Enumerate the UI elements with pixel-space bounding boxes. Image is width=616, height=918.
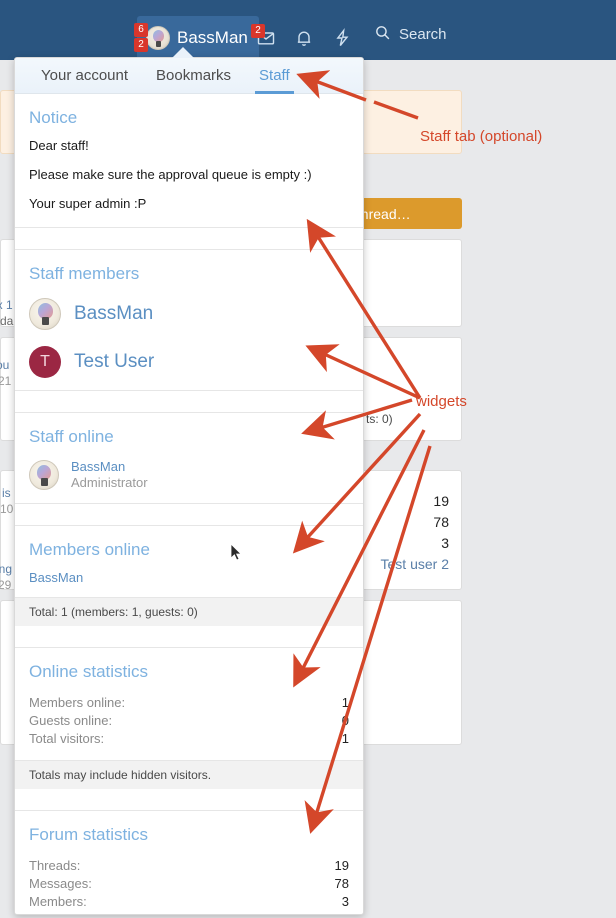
forum-statistics-section: Forum statistics Threads: 19 Messages: 7… (15, 811, 363, 914)
search-label: Search (399, 26, 447, 43)
left-fragment-3: 21 (0, 374, 12, 388)
notice-section: Notice Dear staff! Please make sure the … (15, 94, 363, 228)
lightning-icon[interactable] (323, 16, 361, 60)
stat-value: 19 (334, 858, 349, 873)
online-statistics-rows: Members online: 1 Guests online: 0 Total… (15, 692, 363, 760)
members-online-title: Members online (29, 540, 150, 559)
notice-title: Notice (29, 108, 78, 127)
alerts-badge: 6 (134, 23, 148, 37)
stat-value: 0 (341, 713, 349, 728)
members-online-section: Members online BassMan Total: 1 (members… (15, 526, 363, 626)
stat-row: Members: 3 (29, 893, 349, 911)
online-statistics-spacer (15, 789, 363, 811)
stat-label: Guests online: (29, 713, 113, 728)
stat-label: Latest member: (29, 911, 119, 914)
page-stat-members: 3 (441, 535, 449, 551)
mouse-cursor (231, 544, 242, 561)
page-stat-messages: 78 (433, 514, 449, 530)
menu-tab-bar: Your account Bookmarks Staff (15, 58, 363, 94)
stat-row: Messages: 78 (29, 875, 349, 893)
mail-icon[interactable] (247, 16, 285, 60)
tab-your-account-label: Your account (41, 67, 129, 84)
staff-member-name: BassMan (74, 303, 154, 324)
stat-value: 78 (334, 876, 349, 891)
stat-label: Members online: (29, 695, 126, 710)
stat-row: Total visitors: 1 (29, 730, 349, 748)
annotation-widgets-label: widgets (416, 393, 467, 410)
staff-member-name: Test User (74, 351, 155, 372)
screen: Post thread… 19 78 3 Test user 2 t ix 1 … (0, 0, 616, 918)
left-fragment-7: 29 (0, 578, 12, 592)
staff-online-role: Administrator (71, 475, 148, 490)
staff-online-name: BassMan (71, 459, 126, 474)
left-fragment-2: ou (0, 358, 10, 372)
tab-your-account[interactable]: Your account (27, 67, 142, 93)
conversations-badge: 2 (134, 38, 148, 52)
stat-row: Guests online: 0 (29, 712, 349, 730)
staff-members-title: Staff members (29, 264, 140, 283)
search-button[interactable]: Search (374, 24, 447, 45)
avatar (29, 460, 59, 490)
staff-online-text: BassMan Administrator (71, 459, 148, 491)
stat-row: Members online: 1 (29, 694, 349, 712)
stat-value: 3 (341, 894, 349, 909)
left-fragment-5: 10 (0, 502, 14, 516)
left-fragment-0: ix 1 (0, 298, 13, 312)
notice-line-1: Please make sure the approval queue is e… (29, 167, 312, 182)
stat-value: 1 (341, 695, 349, 710)
online-statistics-section: Online statistics Members online: 1 Gues… (15, 648, 363, 789)
account-tab-label: BassMan (177, 28, 248, 47)
members-online-spacer (15, 626, 363, 648)
annotation-staff-tab-label: Staff tab (optional) (420, 128, 543, 145)
menu-caret-icon (172, 47, 194, 58)
online-statistics-footer: Totals may include hidden visitors. (15, 760, 363, 789)
stat-label: Members: (29, 894, 87, 909)
stat-label: Messages: (29, 876, 92, 891)
tab-bookmarks-label: Bookmarks (156, 67, 232, 84)
stat-value-link[interactable]: Test user 2 (285, 911, 349, 914)
tab-bookmarks[interactable]: Bookmarks (142, 67, 245, 93)
notice-line-2: Your super admin :P (29, 196, 147, 211)
account-tab[interactable]: BassMan (137, 16, 259, 60)
left-fragment-1: sda (0, 314, 14, 328)
members-online-footer: Total: 1 (members: 1, guests: 0) (15, 597, 363, 626)
staff-online-spacer (15, 504, 363, 526)
staff-online-row[interactable]: BassMan Administrator (15, 457, 363, 503)
bell-icon[interactable] (285, 16, 323, 60)
staff-member-row[interactable]: T Test User (15, 342, 363, 390)
search-icon (374, 24, 391, 45)
members-online-item[interactable]: BassMan (15, 570, 363, 597)
avatar (146, 26, 170, 50)
page-forum-stats-values: 19 78 3 Test user 2 (381, 491, 449, 575)
mail-badge: 2 (251, 24, 265, 38)
staff-online-title: Staff online (29, 427, 114, 446)
stat-row: Latest member: Test user 2 (29, 911, 349, 914)
notice-line-0: Dear staff! (29, 138, 89, 153)
stat-label: Threads: (29, 858, 81, 873)
staff-members-spacer (15, 391, 363, 413)
page-stat-latest-member[interactable]: Test user 2 (381, 554, 449, 575)
left-fragment-6: ing (0, 562, 13, 576)
notice-spacer (15, 228, 363, 250)
stat-value: 1 (341, 731, 349, 746)
left-fragment-4: is (2, 486, 11, 500)
staff-member-row[interactable]: BassMan (15, 294, 363, 342)
online-statistics-title: Online statistics (29, 662, 149, 681)
tab-staff-label: Staff (259, 67, 290, 84)
stat-label: Total visitors: (29, 731, 105, 746)
forum-statistics-title: Forum statistics (29, 825, 149, 844)
navbar: BassMan 6 2 2 Search (0, 0, 616, 60)
stat-row: Threads: 19 (29, 857, 349, 875)
account-menu: Your account Bookmarks Staff Notice Dear… (14, 57, 364, 915)
forum-statistics-rows: Threads: 19 Messages: 78 Members: 3 Late… (15, 855, 363, 914)
page-right-fragment: ts: 0) (366, 412, 393, 426)
tab-staff[interactable]: Staff (245, 67, 304, 94)
page-stat-threads: 19 (433, 493, 449, 509)
avatar (29, 298, 61, 330)
navbar-icon-group (247, 16, 361, 60)
notice-body: Dear staff! Please make sure the approva… (15, 138, 363, 227)
avatar: T (29, 346, 61, 378)
staff-members-section: Staff members BassMan T Test User (15, 250, 363, 391)
staff-online-section: Staff online BassMan Administrator (15, 413, 363, 504)
